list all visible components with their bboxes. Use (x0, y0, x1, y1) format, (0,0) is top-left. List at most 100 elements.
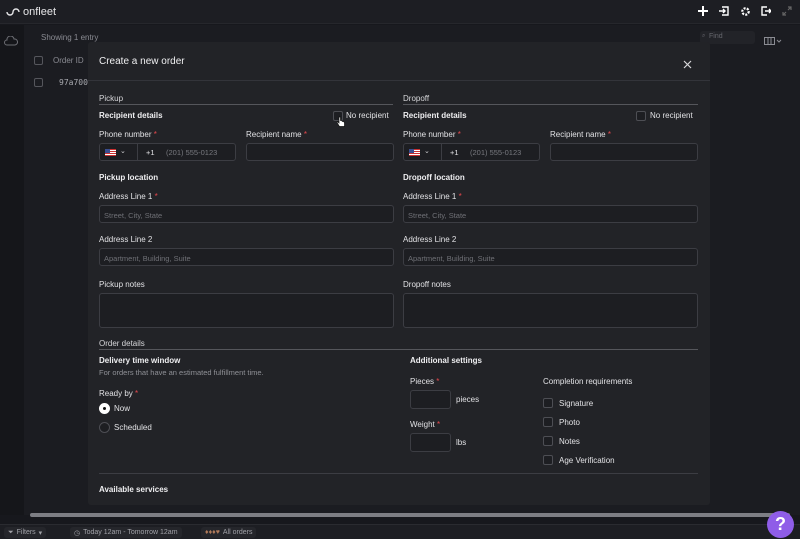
photo-label[interactable]: Photo (559, 418, 580, 427)
notes-label[interactable]: Notes (559, 437, 580, 446)
modal-title: Create a new order (99, 56, 185, 67)
ready-scheduled-radio[interactable] (99, 422, 110, 433)
chevron-down-icon[interactable]: ⌄ (120, 147, 126, 155)
entry-count: Showing 1 entry (41, 33, 99, 42)
pickup-country-code: +1 (146, 148, 155, 157)
pieces-input[interactable] (410, 390, 451, 409)
pickup-name-input[interactable] (246, 143, 394, 161)
cloud-upload-icon[interactable] (4, 33, 19, 51)
us-flag-icon[interactable] (105, 149, 116, 156)
weight-unit: lbs (456, 438, 467, 447)
chevron-down-icon: ▾ (38, 529, 43, 537)
ready-now-radio[interactable] (99, 403, 110, 414)
dropoff-section-title: Dropoff (403, 94, 430, 103)
pickup-section-title: Pickup (99, 94, 124, 103)
delivery-window-help: For orders that have an estimated fulfil… (99, 368, 264, 377)
phone-separator (137, 144, 138, 160)
dropoff-no-recipient-label[interactable]: No recipient (650, 111, 693, 120)
filters-label: Filters (16, 529, 36, 536)
ready-scheduled-label[interactable]: Scheduled (114, 423, 152, 432)
pickup-notes-textarea[interactable] (99, 293, 394, 328)
pickup-phone-placeholder: (201) 555-0123 (166, 148, 218, 157)
filters-button[interactable]: ⏷ Filters ▾ (4, 527, 47, 538)
sidebar (0, 25, 24, 515)
dropoff-notes-textarea[interactable] (403, 293, 698, 328)
pickup-address2-label: Address Line 2 (99, 235, 153, 244)
order-id-header: Order ID (53, 56, 84, 65)
pickup-address1-label: Address Line 1 * (99, 192, 158, 201)
pickup-address1-input[interactable]: Street, City, State (99, 205, 394, 223)
find-placeholder: Find (709, 33, 723, 40)
photo-checkbox[interactable] (543, 417, 553, 427)
onfleet-logo[interactable]: onfleet (6, 5, 56, 19)
dropoff-name-label: Recipient name * (550, 130, 611, 139)
clock-icon: ◷ (74, 529, 81, 537)
filter-icon: ⏷ (8, 528, 14, 536)
pickup-location-title: Pickup location (99, 173, 159, 182)
gear-icon[interactable] (738, 3, 752, 19)
dropoff-name-input[interactable] (550, 143, 698, 161)
notes-checkbox[interactable] (543, 436, 553, 446)
expand-icon[interactable] (780, 3, 794, 19)
dropoff-location-title: Dropoff location (403, 173, 465, 182)
map-pins-icon: ♦♦♦♥ (205, 529, 220, 536)
pickup-notes-label: Pickup notes (99, 280, 145, 289)
pieces-label: Pieces * (410, 377, 440, 386)
order-details-section-title: Order details (99, 339, 145, 348)
all-orders-button[interactable]: ♦♦♦♥ All orders (201, 527, 257, 538)
pickup-recipient-details: Recipient details (99, 111, 163, 120)
onfleet-logo-icon (6, 8, 20, 16)
mouse-cursor-icon (336, 115, 346, 133)
dropoff-phone-input[interactable]: ⌄ +1 (201) 555-0123 (403, 143, 540, 161)
ready-by-label: Ready by * (99, 389, 139, 398)
pieces-unit: pieces (456, 395, 480, 404)
horizontal-scrollbar[interactable] (30, 513, 790, 517)
pickup-phone-input[interactable]: ⌄ +1 (201) 555-0123 (99, 143, 236, 161)
dropoff-address2-input[interactable]: Apartment, Building, Suite (403, 248, 698, 266)
phone-separator (441, 144, 442, 160)
dropoff-section-line (403, 104, 698, 105)
age-verification-label[interactable]: Age Verification (559, 456, 615, 465)
completion-requirements-title: Completion requirements (543, 377, 633, 386)
search-icon: ⌕ (702, 33, 706, 39)
dropoff-country-code: +1 (450, 148, 459, 157)
time-range-button[interactable]: ◷ Today 12am - Tomorrow 12am (70, 527, 182, 538)
age-verification-checkbox[interactable] (543, 455, 553, 465)
order-details-line (99, 349, 698, 350)
pickup-address2-input[interactable]: Apartment, Building, Suite (99, 248, 394, 266)
dropoff-address2-label: Address Line 2 (403, 235, 457, 244)
dropoff-address1-input[interactable]: Street, City, State (403, 205, 698, 223)
bottom-bar: ⏷ Filters ▾ ◷ Today 12am - Tomorrow 12am… (0, 524, 800, 539)
ready-now-label[interactable]: Now (114, 404, 130, 413)
weight-input[interactable] (410, 433, 451, 452)
delivery-window-title: Delivery time window (99, 356, 181, 365)
columns-toggle[interactable] (764, 33, 782, 45)
modal-divider (88, 80, 710, 81)
signature-label[interactable]: Signature (559, 399, 593, 408)
add-icon[interactable] (696, 3, 710, 19)
pickup-name-label: Recipient name * (246, 130, 307, 139)
dropoff-address1-label: Address Line 1 * (403, 192, 462, 201)
select-all-checkbox[interactable] (34, 56, 43, 65)
additional-settings-title: Additional settings (410, 356, 482, 365)
close-icon[interactable] (683, 56, 693, 69)
chevron-down-icon[interactable]: ⌄ (424, 147, 430, 155)
import-icon[interactable] (717, 3, 731, 19)
pickup-section-line (99, 104, 393, 105)
dropoff-phone-placeholder: (201) 555-0123 (470, 148, 522, 157)
top-bar: onfleet (0, 0, 800, 24)
brand-name: onfleet (23, 6, 57, 18)
dropoff-notes-label: Dropoff notes (403, 280, 451, 289)
all-orders-label: All orders (222, 529, 253, 536)
row-checkbox[interactable] (34, 78, 43, 87)
pickup-phone-label: Phone number * (99, 130, 157, 139)
create-order-modal: Create a new order Pickup Recipient deta… (88, 42, 710, 505)
help-button[interactable]: ? (767, 511, 794, 538)
dropoff-recipient-details: Recipient details (403, 111, 467, 120)
us-flag-icon[interactable] (409, 149, 420, 156)
pickup-no-recipient-label[interactable]: No recipient (346, 111, 389, 120)
signature-checkbox[interactable] (543, 398, 553, 408)
logout-icon[interactable] (759, 3, 773, 19)
services-divider (99, 473, 698, 474)
dropoff-no-recipient-checkbox[interactable] (636, 111, 646, 121)
